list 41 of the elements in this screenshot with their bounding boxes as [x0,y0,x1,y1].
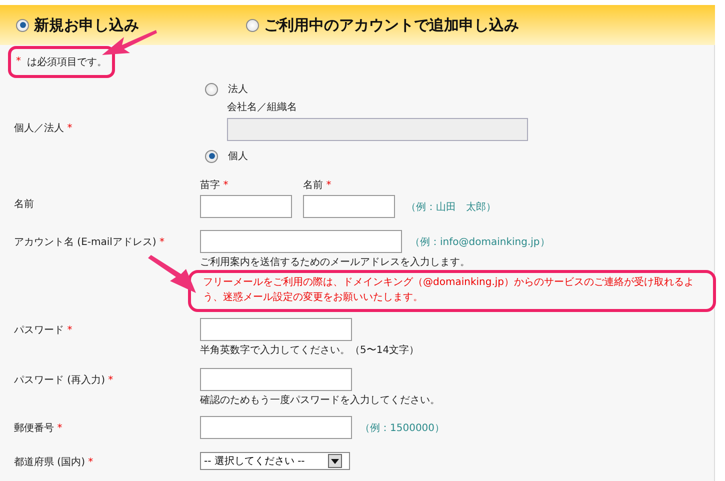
password-field[interactable] [200,368,352,391]
required-mark: * [57,423,62,434]
text-field[interactable] [303,195,395,218]
text-field[interactable] [200,195,292,218]
required-mark: * [108,375,114,386]
help-text: 確認のためもう一度パスワードを入力してください。 [200,394,440,408]
field-label: 郵便番号 * [14,422,62,435]
help-text: 半角英数字で入力してください。（5〜14文字） [200,344,420,358]
field-label: パスワード * [14,324,72,337]
postal-code-field[interactable] [200,416,352,439]
tab[interactable]: ご利用中のアカウントで追加申し込み [246,16,519,34]
caret-icon [328,454,342,468]
email-field[interactable] [200,230,402,253]
required-mark: * [16,56,21,67]
required-mark: * [223,180,228,191]
required-mark: * [67,325,72,336]
help-text: ご利用案内を送信するためのメールアドレスを入力します。 [200,256,470,270]
radio-option[interactable]: 個人 [200,149,248,163]
field-label: 会社名／組織名 [227,100,298,114]
required-mark: * [160,237,165,248]
field-label: パスワード (再入力) * [14,374,114,387]
password-field[interactable] [200,318,352,341]
field-label: アカウント名 (E-mailアドレス) * [14,236,165,249]
field-label: 都道府県 (国内) * [14,456,94,469]
field-label: 苗字 * [200,178,230,192]
required-mark: * [67,123,72,134]
example-text: （例：1500000） [360,422,445,434]
required-mark: * [88,457,94,468]
required-mark: * [326,180,332,191]
example-text: （例：info@domainking.jp） [410,236,550,248]
help-text: フリーメールをご利用の際は、ドメインキング（@domainking.jp）からのサービスのご連絡が受け取れるよう、迷惑メール設定の変更をお願いいたします。 [203,276,696,305]
example-text: （例：山田 太郎） [406,200,496,214]
radio-button[interactable] [205,82,218,96]
radio-button[interactable] [205,150,218,162]
field-label: 名前 * [303,179,332,192]
required-note: は必須項目です。 [27,56,107,68]
field-label: 個人／法人 * [14,122,72,135]
callout-arrow [146,253,198,295]
field-label: 名前 [14,198,34,211]
radio-option[interactable]: 法人 [200,82,248,96]
prefecture-dropdown[interactable]: -- 選択してください -- [200,452,350,470]
